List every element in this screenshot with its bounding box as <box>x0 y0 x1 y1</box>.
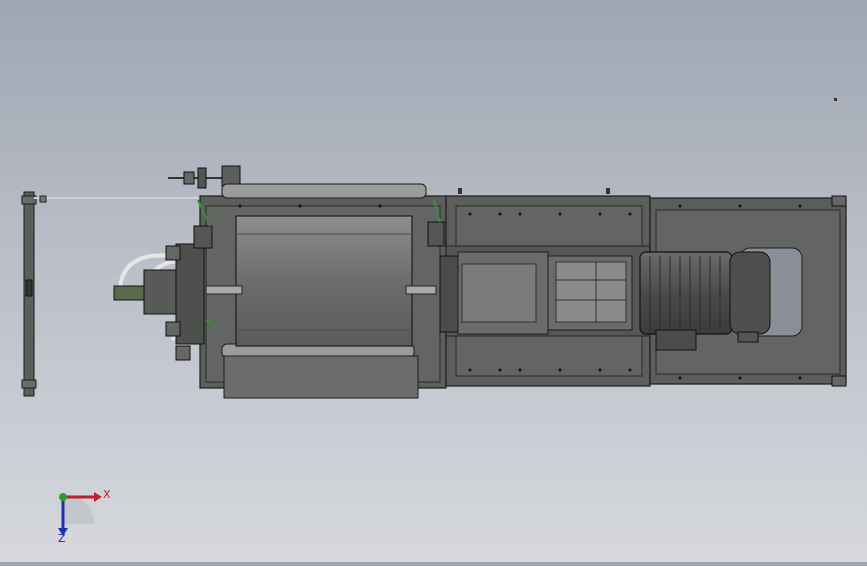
origin-icon <box>59 493 67 501</box>
graphics-viewport[interactable]: X Z <box>0 0 867 562</box>
triad-icon: X Z <box>58 488 111 545</box>
filter-drum[interactable] <box>205 215 437 347</box>
z-axis-label: Z <box>58 532 66 545</box>
gearbox-housing[interactable] <box>439 251 633 335</box>
top-markers <box>458 98 837 194</box>
x-axis-label: X <box>103 488 111 501</box>
model-view[interactable]: X Z <box>0 0 867 562</box>
